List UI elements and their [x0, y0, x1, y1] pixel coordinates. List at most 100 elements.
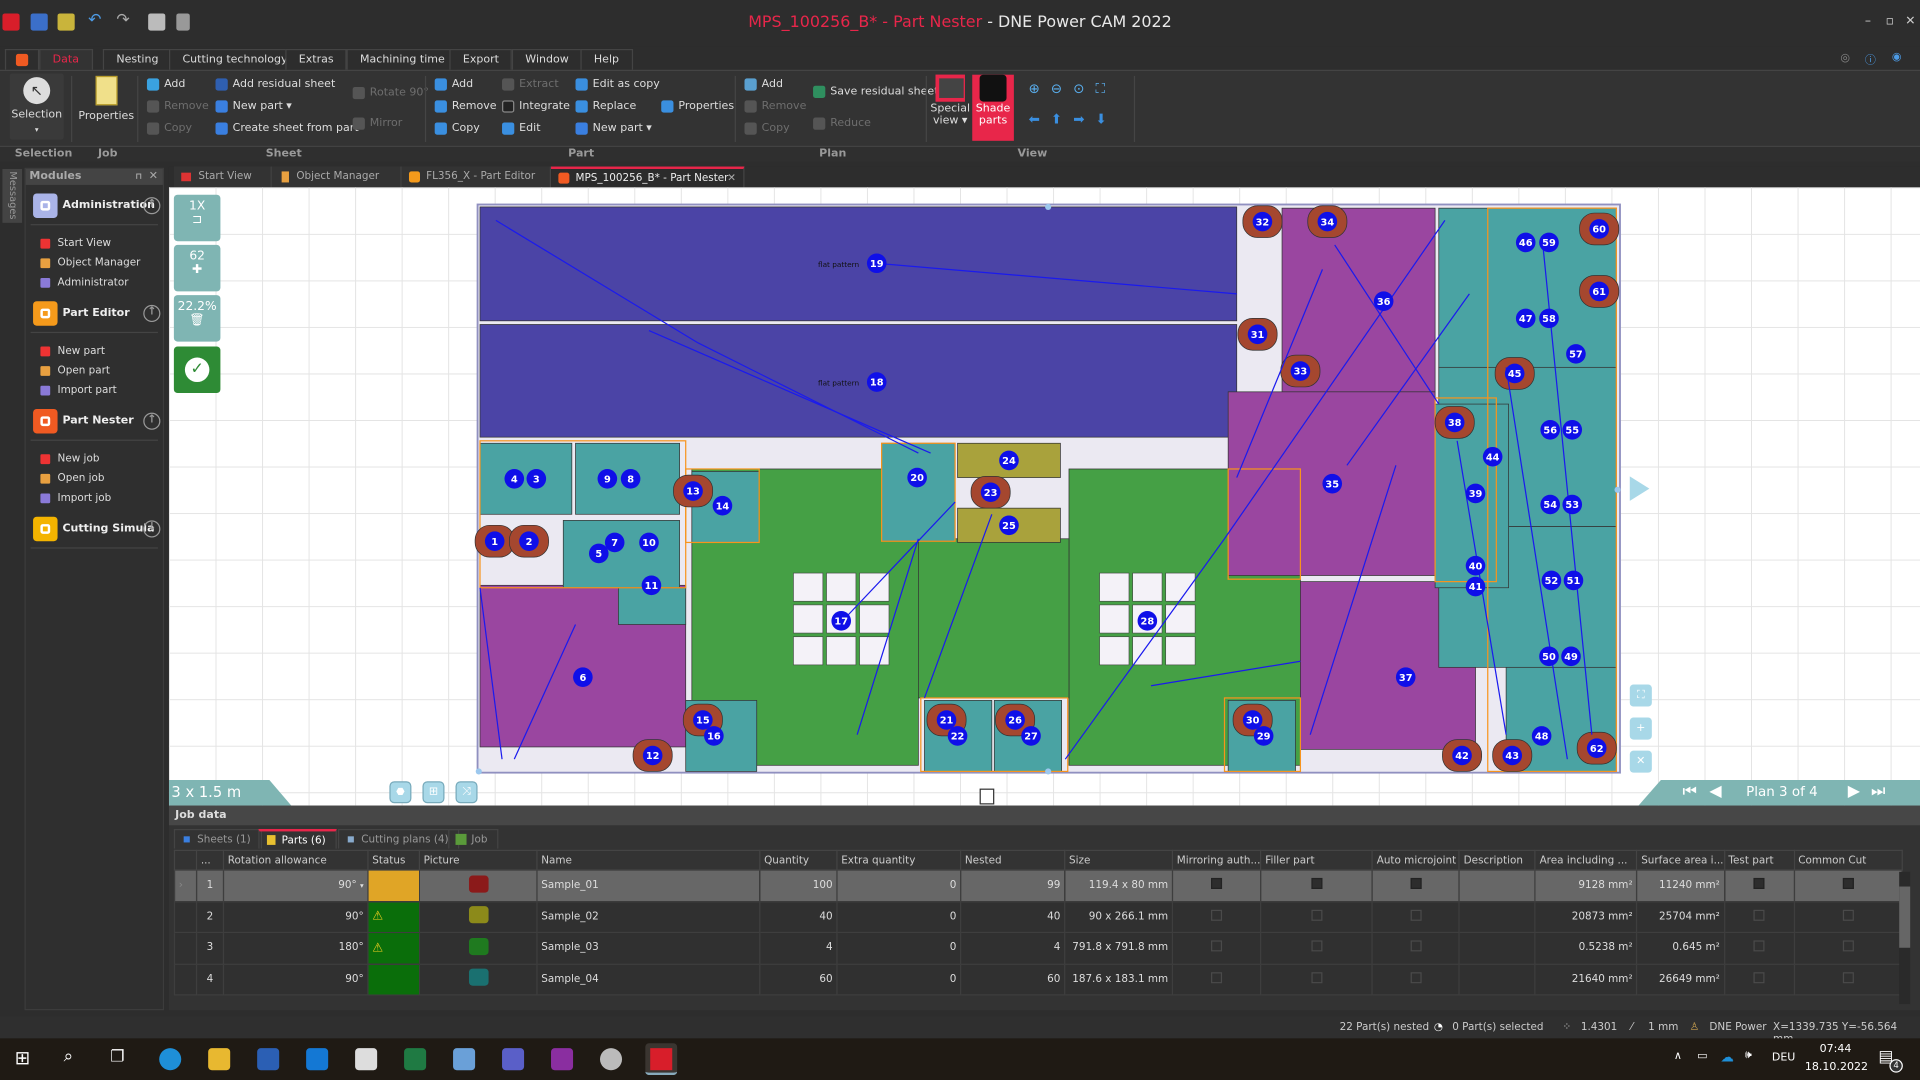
zoom-out-icon[interactable]: ⊖ — [1051, 81, 1073, 97]
rotation-allowance[interactable]: 180° — [222, 931, 369, 965]
column-header[interactable]: Extra quantity — [836, 849, 962, 871]
part-label[interactable]: 27 — [1024, 732, 1038, 743]
column-header[interactable]: Nested — [960, 849, 1066, 871]
app-icon[interactable] — [600, 1048, 623, 1071]
network-icon[interactable]: ▭ — [1697, 1051, 1707, 1063]
part-label[interactable]: 25 — [1002, 521, 1016, 532]
column-header[interactable]: Size — [1064, 849, 1174, 871]
zoom-in-icon[interactable]: ⊕ — [1029, 81, 1051, 97]
tab-machining-time[interactable]: Machining time — [346, 48, 459, 70]
tab-parts[interactable]: Parts (6) — [258, 828, 337, 849]
tab-nesting[interactable]: Nesting — [102, 48, 172, 70]
tab-window[interactable]: Window — [511, 48, 583, 70]
part-label[interactable]: 54 — [1543, 500, 1557, 511]
tab-job[interactable]: Job — [448, 828, 499, 849]
close-panel-icon[interactable]: ✕ — [149, 169, 158, 185]
part-label[interactable]: 31 — [1251, 330, 1265, 341]
sheet-copy-button[interactable]: Copy — [146, 122, 192, 135]
part-label[interactable]: 8 — [627, 474, 634, 485]
module-item-import-job[interactable]: Import job — [40, 492, 111, 504]
rotation-allowance[interactable]: 90° — [222, 900, 369, 934]
part[interactable] — [479, 442, 573, 515]
tab-sheets[interactable]: Sheets (1) — [173, 828, 262, 849]
zoom-reset-button[interactable]: ✕ — [1629, 750, 1652, 773]
part-label[interactable]: 57 — [1569, 350, 1583, 361]
checkbox[interactable] — [1842, 940, 1854, 952]
part-label[interactable]: 58 — [1542, 314, 1556, 325]
tab-help[interactable]: Help — [580, 48, 633, 70]
checkbox[interactable] — [1842, 878, 1854, 890]
pan-right-icon[interactable]: ➡ — [1073, 111, 1095, 127]
module-item-start-view[interactable]: Start View — [40, 238, 111, 250]
scrap-tile[interactable]: 22.2% 🗑 — [173, 295, 221, 342]
extract-button[interactable]: Extract — [502, 78, 559, 91]
part-label[interactable]: 23 — [984, 488, 998, 499]
part-label[interactable]: 21 — [940, 716, 954, 727]
checkbox[interactable] — [1753, 878, 1765, 890]
checkbox[interactable] — [1842, 971, 1854, 983]
sheet-count-tile[interactable]: 1X ⊐ — [173, 194, 221, 242]
description[interactable] — [1458, 869, 1536, 902]
settings-icon[interactable]: ◎ — [1840, 53, 1850, 65]
part-label[interactable]: 38 — [1448, 418, 1462, 429]
part-remove-button[interactable]: Remove — [434, 100, 497, 113]
app-icon[interactable] — [453, 1048, 476, 1071]
extra-quantity[interactable]: 0 — [836, 963, 962, 996]
rotation-allowance[interactable]: 90° — [222, 963, 369, 996]
module-item-administrator[interactable]: Administrator — [40, 277, 129, 289]
column-header[interactable]: Status — [367, 849, 421, 871]
part-label[interactable]: 17 — [834, 616, 848, 627]
minimize-button[interactable]: – — [1865, 15, 1871, 28]
next-plan-button[interactable]: ▶ — [1848, 782, 1860, 800]
table-row[interactable]: › 1 90° ▾ Sample_01 100 0 99 119.4 x 80 … — [173, 869, 1903, 902]
tab-cutting-plans[interactable]: Cutting plans (4) — [337, 828, 460, 849]
part-label[interactable]: 29 — [1257, 732, 1271, 743]
description[interactable] — [1458, 900, 1536, 934]
stop-button[interactable]: ⬣ — [389, 781, 412, 804]
part-label[interactable]: 16 — [707, 732, 721, 743]
description[interactable] — [1458, 963, 1536, 996]
help-icon[interactable]: ◉ — [1892, 51, 1902, 63]
part-label[interactable]: 12 — [646, 751, 660, 762]
quantity[interactable]: 60 — [759, 963, 838, 996]
outlook-icon[interactable] — [306, 1048, 329, 1071]
checkbox[interactable] — [1842, 909, 1854, 921]
store-icon[interactable] — [355, 1048, 378, 1071]
column-header[interactable]: Rotation allowance — [222, 849, 369, 871]
part-label[interactable]: 52 — [1545, 576, 1559, 587]
zoom-extents-button[interactable]: ⛶ — [1629, 684, 1652, 707]
checkbox[interactable] — [1410, 940, 1422, 952]
part-label[interactable]: 6 — [579, 673, 586, 684]
checkbox[interactable] — [1311, 971, 1323, 983]
collapse-icon[interactable]: ↑ — [143, 304, 161, 323]
module-item-open-job[interactable]: Open job — [40, 473, 105, 485]
mirror-button[interactable]: Mirror — [352, 117, 402, 130]
part-label[interactable]: 46 — [1519, 238, 1533, 249]
checkbox[interactable] — [1410, 971, 1422, 983]
rotation-allowance[interactable]: 90° ▾ — [222, 869, 369, 902]
quantity[interactable]: 40 — [759, 900, 838, 934]
part-label[interactable]: 59 — [1542, 238, 1556, 249]
next-arrow-icon[interactable] — [1629, 476, 1650, 501]
nesting-canvas[interactable]: flat pattern flat pattern 1 2 3 4 5 6 7 8 9 10 11 12 1… — [168, 187, 1920, 806]
checkbox[interactable] — [1311, 940, 1323, 952]
column-header[interactable]: Filler part — [1260, 849, 1374, 871]
doc-tab-part-nester[interactable]: MPS_100256_B* - Part Nester ✕ — [551, 166, 745, 188]
scrollbar-thumb[interactable] — [1899, 886, 1911, 948]
extra-quantity[interactable]: 0 — [836, 931, 962, 965]
part-label[interactable]: 47 — [1519, 314, 1533, 325]
table-row[interactable]: 3 180° ⚠ Sample_03 4 0 4 791.8 x 791.8 m… — [173, 931, 1903, 965]
teams-icon[interactable] — [502, 1048, 525, 1071]
checkbox[interactable] — [1211, 940, 1223, 952]
sheet-new-part-button[interactable]: New part ▾ — [215, 100, 292, 113]
module-part-editor[interactable]: Part Editor ↑ — [33, 300, 161, 327]
last-plan-button[interactable]: ⏭ — [1871, 782, 1885, 800]
module-cutting-simula[interactable]: Cutting Simula ↓ — [33, 516, 161, 543]
part-label[interactable]: 62 — [1590, 744, 1604, 755]
dropdown-icon[interactable]: ▾ — [360, 882, 364, 891]
part-label[interactable]: 30 — [1246, 716, 1260, 727]
part-add-button[interactable]: Add — [434, 78, 473, 91]
column-header[interactable]: Description — [1458, 849, 1536, 871]
part-label[interactable]: 41 — [1469, 582, 1483, 593]
column-header[interactable]: Test part — [1723, 849, 1795, 871]
